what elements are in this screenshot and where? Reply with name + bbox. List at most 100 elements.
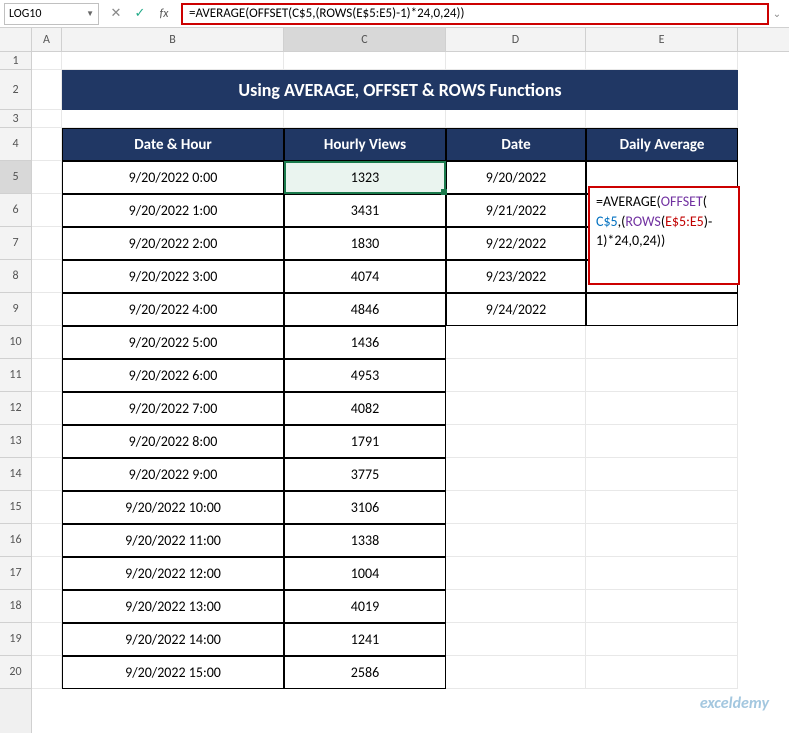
cell-date-hour[interactable]: 9/20/2022 15:00 (62, 656, 284, 689)
cell-date[interactable] (446, 458, 586, 491)
cell-date-hour[interactable]: 9/20/2022 0:00 (62, 161, 284, 194)
cell-date[interactable] (446, 326, 586, 359)
cell[interactable] (32, 326, 62, 359)
row-header[interactable]: 13 (0, 425, 31, 458)
cell-hourly-views[interactable]: 2586 (284, 656, 446, 689)
table-header[interactable]: Date (446, 128, 586, 161)
cell-date-hour[interactable]: 9/20/2022 7:00 (62, 392, 284, 425)
table-header[interactable]: Date & Hour (62, 128, 284, 161)
cell-date[interactable]: 9/20/2022 (446, 161, 586, 194)
row-header[interactable]: 9 (0, 293, 31, 326)
cell-date[interactable]: 9/22/2022 (446, 227, 586, 260)
table-header[interactable]: Daily Average (586, 128, 738, 161)
cell-daily-avg[interactable] (586, 524, 738, 557)
cell[interactable] (32, 524, 62, 557)
cell[interactable] (32, 557, 62, 590)
cell-date-hour[interactable]: 9/20/2022 3:00 (62, 260, 284, 293)
cell-date-hour[interactable]: 9/20/2022 4:00 (62, 293, 284, 326)
col-header[interactable]: A (32, 28, 62, 51)
cell[interactable] (586, 52, 738, 70)
cell[interactable] (32, 293, 62, 326)
cell[interactable] (32, 392, 62, 425)
cell[interactable] (32, 491, 62, 524)
row-header[interactable]: 8 (0, 260, 31, 293)
cell[interactable] (32, 128, 62, 161)
cell-hourly-views[interactable]: 4953 (284, 359, 446, 392)
cell-hourly-views[interactable]: 1004 (284, 557, 446, 590)
row-header[interactable]: 12 (0, 392, 31, 425)
cell-daily-avg[interactable] (586, 326, 738, 359)
cell-date-hour[interactable]: 9/20/2022 12:00 (62, 557, 284, 590)
cell[interactable] (32, 458, 62, 491)
cell[interactable] (62, 52, 284, 70)
fx-icon[interactable]: fx (155, 5, 173, 23)
row-header[interactable]: 20 (0, 656, 31, 689)
cell-daily-avg[interactable] (586, 392, 738, 425)
row-header[interactable]: 17 (0, 557, 31, 590)
cell-date-hour[interactable]: 9/20/2022 10:00 (62, 491, 284, 524)
cell-date-hour[interactable]: 9/20/2022 6:00 (62, 359, 284, 392)
cell[interactable] (284, 110, 446, 128)
cell-date[interactable]: 9/21/2022 (446, 194, 586, 227)
col-header[interactable]: E (586, 28, 738, 51)
cell-hourly-views[interactable]: 1791 (284, 425, 446, 458)
row-header[interactable]: 7 (0, 227, 31, 260)
table-header[interactable]: Hourly Views (284, 128, 446, 161)
cell[interactable] (32, 52, 62, 70)
cell-date[interactable] (446, 623, 586, 656)
cell-hourly-views[interactable]: 1323 (284, 161, 446, 194)
row-header[interactable]: 14 (0, 458, 31, 491)
cell[interactable] (32, 425, 62, 458)
cell-date[interactable] (446, 656, 586, 689)
cell[interactable] (32, 194, 62, 227)
cell-date-hour[interactable]: 9/20/2022 8:00 (62, 425, 284, 458)
row-header[interactable]: 18 (0, 590, 31, 623)
cell-date-hour[interactable]: 9/20/2022 2:00 (62, 227, 284, 260)
row-header[interactable]: 10 (0, 326, 31, 359)
cell[interactable] (32, 161, 62, 194)
cell-date[interactable] (446, 557, 586, 590)
cell-daily-avg[interactable] (586, 656, 738, 689)
cell[interactable] (32, 260, 62, 293)
enter-icon[interactable]: ✓ (131, 5, 149, 23)
cell-daily-avg[interactable] (586, 293, 738, 326)
cancel-icon[interactable]: ✕ (107, 5, 125, 23)
cell[interactable] (32, 623, 62, 656)
formula-input[interactable]: =AVERAGE(OFFSET(C$5,(ROWS(E$5:E5)-1)*24,… (181, 3, 769, 25)
cell[interactable] (32, 110, 62, 128)
name-box[interactable]: LOG10 ▼ (4, 3, 99, 25)
cell-hourly-views[interactable]: 1436 (284, 326, 446, 359)
cell-hourly-views[interactable]: 1338 (284, 524, 446, 557)
cell-daily-avg[interactable] (586, 359, 738, 392)
row-header[interactable]: 1 (0, 52, 31, 70)
cell[interactable] (446, 110, 586, 128)
row-header[interactable]: 3 (0, 110, 31, 128)
cell-date[interactable]: 9/24/2022 (446, 293, 586, 326)
row-header[interactable]: 6 (0, 194, 31, 227)
cell-date[interactable] (446, 491, 586, 524)
row-header[interactable]: 11 (0, 359, 31, 392)
cell-date-hour[interactable]: 9/20/2022 11:00 (62, 524, 284, 557)
cell-hourly-views[interactable]: 3106 (284, 491, 446, 524)
cell-hourly-views[interactable]: 4019 (284, 590, 446, 623)
row-header[interactable]: 4 (0, 128, 31, 161)
page-title[interactable]: Using AVERAGE, OFFSET & ROWS Functions (62, 70, 738, 110)
chevron-down-icon[interactable]: ▼ (86, 9, 94, 19)
cell-daily-avg[interactable] (586, 590, 738, 623)
cell-daily-avg[interactable] (586, 557, 738, 590)
cell[interactable] (586, 110, 738, 128)
col-header[interactable]: C (284, 28, 446, 51)
cell-hourly-views[interactable]: 4074 (284, 260, 446, 293)
cell[interactable] (62, 110, 284, 128)
row-header[interactable]: 16 (0, 524, 31, 557)
expand-formula-icon[interactable]: ⌄ (769, 7, 785, 20)
cell-date-hour[interactable]: 9/20/2022 9:00 (62, 458, 284, 491)
col-header[interactable]: B (62, 28, 284, 51)
cell-date-hour[interactable]: 9/20/2022 13:00 (62, 590, 284, 623)
cell[interactable] (284, 52, 446, 70)
cell-date[interactable] (446, 524, 586, 557)
cell-daily-avg[interactable] (586, 491, 738, 524)
cell[interactable] (446, 52, 586, 70)
cell-hourly-views[interactable]: 3431 (284, 194, 446, 227)
cell-date[interactable] (446, 425, 586, 458)
